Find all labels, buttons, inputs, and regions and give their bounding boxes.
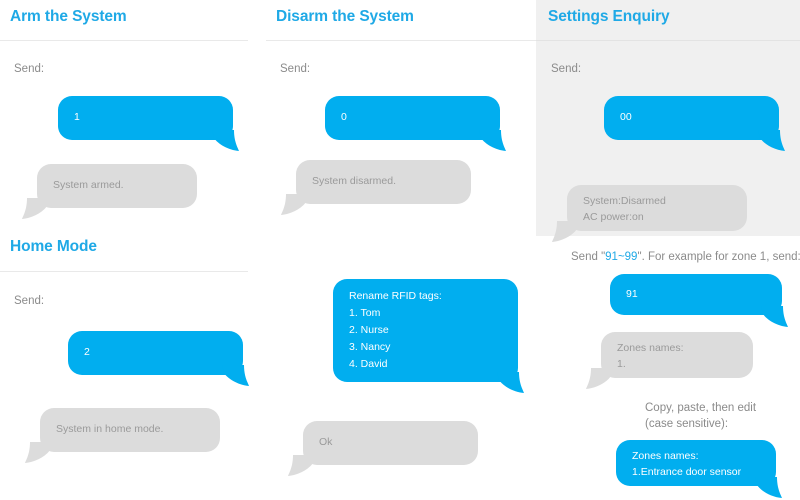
zones-instruction-pre: Send bbox=[571, 251, 602, 263]
arm-sent-text: 1 bbox=[74, 111, 80, 123]
disarm-heading: Disarm the System bbox=[276, 8, 414, 25]
rfid-sent-line-3: 2. Nurse bbox=[349, 324, 389, 336]
section-arm-title: Arm the System bbox=[10, 8, 127, 26]
disarm-reply-bubble: System disarmed. bbox=[296, 160, 471, 204]
zones-reply-line-1: Zones names: bbox=[617, 342, 684, 354]
settings-heading: Settings Enquiry bbox=[548, 8, 670, 25]
settings-reply-line-1: System:Disarmed bbox=[583, 195, 666, 207]
disarm-sent-bubble-tail bbox=[479, 130, 506, 151]
disarm-sent-bubble: 0 bbox=[325, 96, 500, 140]
settings-sent-bubble-tail bbox=[758, 130, 785, 151]
zones-edit-note-line-2: (case sensitive): bbox=[645, 418, 729, 430]
home-heading: Home Mode bbox=[10, 238, 97, 255]
settings-reply-bubble-tail bbox=[552, 221, 579, 242]
settings-reply-bubble: System:Disarmed AC power:on bbox=[567, 185, 747, 231]
home-reply-text: System in home mode. bbox=[56, 423, 164, 435]
zones-instruction-post: . For example for zone 1, send: bbox=[641, 251, 800, 263]
disarm-send-label: Send: bbox=[280, 63, 311, 75]
settings-send-label: Send: bbox=[551, 63, 582, 75]
arm-sent-bubble-tail bbox=[212, 130, 239, 151]
arm-reply-bubble-tail bbox=[22, 198, 49, 219]
arm-send-label: Send: bbox=[14, 63, 45, 75]
rfid-reply-bubble: Ok bbox=[303, 421, 478, 465]
arm-reply-text: System armed. bbox=[53, 179, 124, 191]
disarm-reply-bubble-tail bbox=[281, 194, 308, 215]
home-divider bbox=[0, 271, 248, 272]
home-reply-bubble: System in home mode. bbox=[40, 408, 220, 452]
arm-heading: Arm the System bbox=[10, 8, 127, 25]
rfid-sent-bubble-tail bbox=[497, 372, 524, 393]
zones-edited-line-1: Zones names: bbox=[632, 450, 699, 462]
home-send-label: Send: bbox=[14, 295, 45, 307]
zones-edited-line-2: 1.Entrance door sensor bbox=[632, 466, 742, 478]
sms-command-reference: Arm the System Send: 1 System armed. Hom… bbox=[0, 0, 800, 500]
home-sent-bubble: 2 bbox=[68, 331, 243, 375]
rfid-sent-line-1: Rename RFID tags: bbox=[349, 290, 442, 302]
arm-sent-bubble: 1 bbox=[58, 96, 233, 140]
home-reply-bubble-tail bbox=[25, 442, 52, 463]
disarm-divider bbox=[266, 40, 536, 41]
zones-reply-bubble-tail bbox=[586, 368, 613, 389]
section-disarm-title: Disarm the System bbox=[276, 8, 414, 26]
disarm-sent-text: 0 bbox=[341, 111, 347, 123]
home-sent-bubble-tail bbox=[222, 365, 249, 386]
section-settings-title: Settings Enquiry bbox=[548, 8, 670, 26]
zones-sent-text: 91 bbox=[626, 288, 638, 300]
section-home-title: Home Mode bbox=[10, 238, 97, 256]
zones-reply-bubble: Zones names: 1. bbox=[601, 332, 753, 378]
zones-edit-note-line-1: Copy, paste, then edit bbox=[645, 402, 757, 414]
rfid-sent-line-4: 3. Nancy bbox=[349, 341, 391, 353]
rfid-sent-line-2: 1. Tom bbox=[349, 307, 381, 319]
settings-reply-line-2: AC power:on bbox=[583, 211, 644, 223]
arm-reply-bubble: System armed. bbox=[37, 164, 197, 208]
disarm-reply-text: System disarmed. bbox=[312, 175, 397, 187]
rfid-sent-line-5: 4. David bbox=[349, 358, 388, 370]
settings-sent-bubble: 00 bbox=[604, 96, 779, 140]
zones-instruction-range: 91~99 bbox=[605, 251, 638, 263]
rfid-reply-bubble-tail bbox=[288, 455, 315, 476]
zones-sent-bubble-tail bbox=[761, 306, 788, 327]
home-sent-text: 2 bbox=[84, 346, 90, 358]
settings-sent-text: 00 bbox=[620, 111, 632, 123]
zones-instruction: Send "91~99". For example for zone 1, se… bbox=[571, 250, 800, 265]
zones-reply-line-2: 1. bbox=[617, 358, 626, 370]
zones-sent-bubble: 91 bbox=[610, 274, 782, 315]
arm-divider bbox=[0, 40, 248, 41]
zones-edited-bubble-tail bbox=[755, 477, 782, 498]
rfid-reply-text: Ok bbox=[319, 436, 333, 448]
rfid-sent-bubble: Rename RFID tags: 1. Tom 2. Nurse 3. Nan… bbox=[333, 279, 518, 382]
zones-edited-bubble: Zones names: 1.Entrance door sensor bbox=[616, 440, 776, 486]
settings-divider bbox=[536, 40, 800, 41]
